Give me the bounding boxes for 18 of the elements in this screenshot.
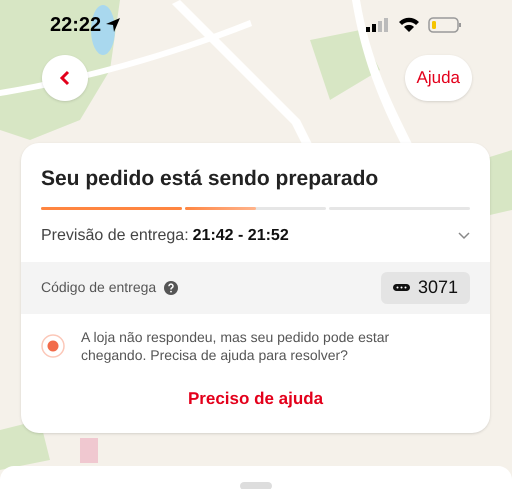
alert-message: A loja não respondeu, mas seu pedido pode estar chegando. Precisa de ajuda para resolver? [81, 328, 390, 364]
location-arrow-icon [105, 17, 122, 33]
order-status-title: Seu pedido está sendo preparado [40, 166, 380, 192]
password-dots-icon [392, 284, 410, 291]
delivery-code: 3071 [418, 276, 458, 299]
battery-icon [428, 17, 462, 33]
estimate-label: Previsão de entrega: [41, 226, 189, 246]
help-icon[interactable] [164, 280, 178, 294]
clock-time: 22:22 [50, 13, 102, 38]
status-dot-icon [41, 334, 65, 358]
estimate-time: 21:42 - 21:52 [192, 226, 289, 246]
wifi-icon [398, 17, 420, 33]
drag-handle[interactable] [240, 482, 272, 489]
chevron-icon[interactable] [458, 232, 470, 240]
back-icon [60, 70, 70, 86]
need-help-link[interactable]: Preciso de ajuda [188, 386, 324, 411]
signal-icon [366, 18, 390, 32]
delivery-code-label: Código de entrega [41, 278, 156, 297]
